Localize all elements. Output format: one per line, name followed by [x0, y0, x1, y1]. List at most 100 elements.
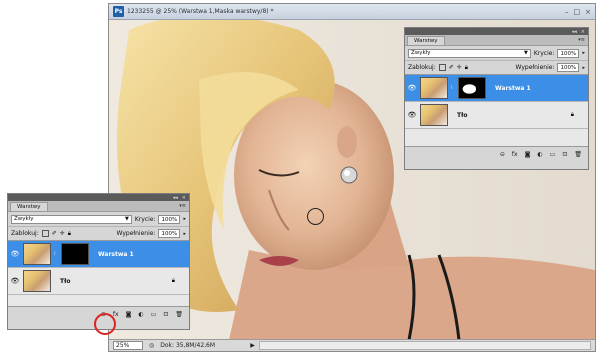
panel-bottom-toolbar: ⊝ fx ◙ ◐ ▭ ⊡ 🗑︎ [405, 147, 588, 161]
chevron-down-icon: ▼ [124, 216, 129, 222]
visibility-eye-icon[interactable]: 👁︎ [407, 84, 417, 92]
document-titlebar[interactable]: Ps 1233255 @ 25% (Warstwa 1,Maska warstw… [109, 4, 595, 20]
lock-row: Zablokuj: ✐ ✛ 🔒︎ Wypełnienie: 100% ▸ [8, 226, 189, 240]
layer-row-warstwa1[interactable]: 👁︎ ⁞ Warstwa 1 [405, 75, 588, 102]
layer-mask-thumbnail[interactable] [458, 77, 486, 99]
lock-all-icon[interactable]: 🔒︎ [465, 64, 468, 72]
lock-transparency-icon[interactable] [438, 64, 446, 71]
new-group-icon[interactable]: ▭ [151, 311, 157, 318]
opacity-field[interactable]: 100% [557, 48, 580, 58]
maximize-button[interactable]: □ [574, 8, 581, 16]
lock-move-icon[interactable]: ✛ [60, 230, 65, 237]
layer-name: Tło [457, 111, 468, 119]
window-controls: – □ × [565, 8, 591, 16]
trash-icon[interactable]: 🗑︎ [574, 151, 582, 158]
document-title: 1233255 @ 25% (Warstwa 1,Maska warstwy/8… [127, 8, 274, 15]
adjustment-layer-icon[interactable]: ◐ [537, 151, 542, 158]
layer-thumbnail [23, 270, 51, 292]
lock-all-icon[interactable]: 🔒︎ [68, 230, 71, 238]
opacity-label: Krycie: [533, 49, 555, 57]
status-bar: 25% ◎ Dok: 35,8M/42,6M ▶ [109, 339, 595, 351]
close-icon[interactable]: × [182, 195, 186, 201]
panel-tabbar: Warstwy ▾≡ [405, 35, 588, 46]
collapse-icon[interactable]: ◂◂ [572, 29, 577, 35]
highlight-ring-add-mask [94, 313, 116, 335]
blend-mode-value: Zwykły [14, 216, 34, 222]
mask-link-icon[interactable]: ⁞ [451, 85, 455, 91]
minimize-button[interactable]: – [565, 8, 569, 16]
lock-label: Zablokuj: [408, 64, 436, 71]
layer-row-tlo[interactable]: 👁︎ Tło 🔒︎ [8, 268, 189, 295]
layer-thumbnail [420, 77, 448, 99]
lock-row: Zablokuj: ✐ ✛ 🔒︎ Wypełnienie: 100% ▸ [405, 60, 588, 74]
layer-thumbnail [23, 243, 51, 265]
layers-panel-bottom: ◂◂ × Warstwy ▾≡ Zwykły ▼ Krycie: 100% ▸ … [7, 193, 190, 330]
blend-mode-select[interactable]: Zwykły ▼ [11, 214, 132, 224]
lock-label: Zablokuj: [11, 230, 39, 237]
opacity-arrow-icon[interactable]: ▸ [183, 216, 186, 222]
status-menu-arrow[interactable]: ▶ [250, 342, 255, 349]
close-button[interactable]: × [585, 8, 591, 16]
new-layer-icon[interactable]: ⊡ [163, 311, 168, 318]
layers-list: 👁︎ ⁞ Warstwa 1 👁︎ Tło 🔒︎ [405, 74, 588, 147]
layer-lock-icon: 🔒︎ [570, 111, 574, 118]
layer-name: Tło [60, 277, 71, 285]
layers-empty-area [405, 129, 588, 146]
add-mask-icon[interactable]: ◙ [126, 311, 132, 318]
tab-layers[interactable]: Warstwy [407, 36, 445, 45]
lock-brush-icon[interactable]: ✐ [449, 64, 454, 71]
layer-row-tlo[interactable]: 👁︎ Tło 🔒︎ [405, 102, 588, 129]
layers-panel-top: ◂◂ × Warstwy ▾≡ Zwykły ▼ Krycie: 100% ▸ … [404, 27, 589, 170]
brush-cursor [307, 208, 324, 225]
add-mask-icon[interactable]: ◙ [525, 151, 531, 158]
fill-field[interactable]: 100% [158, 229, 181, 238]
panel-tabbar: Warstwy ▾≡ [8, 201, 189, 212]
horizontal-scrollbar[interactable] [258, 341, 591, 350]
opacity-arrow-icon[interactable]: ▸ [582, 50, 585, 56]
panel-header: ◂◂ × [405, 28, 588, 35]
new-layer-icon[interactable]: ⊡ [562, 151, 567, 158]
panel-header: ◂◂ × [8, 194, 189, 201]
chevron-down-icon: ▼ [523, 50, 528, 56]
fill-label: Wypełnienie: [116, 230, 156, 237]
zoom-field[interactable]: 25% [113, 341, 143, 350]
fill-label: Wypełnienie: [515, 64, 555, 71]
fx-icon[interactable]: fx [512, 151, 518, 158]
fill-field[interactable]: 100% [557, 63, 580, 72]
link-layers-icon[interactable]: ⊝ [500, 151, 505, 158]
mask-link-icon[interactable]: ⁞ [54, 251, 58, 257]
lock-move-icon[interactable]: ✛ [457, 64, 462, 71]
layer-row-warstwa1[interactable]: 👁︎ ⁞ Warstwa 1 [8, 241, 189, 268]
lock-brush-icon[interactable]: ✐ [52, 230, 57, 237]
visibility-eye-icon[interactable]: 👁︎ [407, 111, 417, 119]
fill-arrow-icon[interactable]: ▸ [582, 65, 585, 71]
blend-row: Zwykły ▼ Krycie: 100% ▸ [405, 46, 588, 60]
visibility-eye-icon[interactable]: 👁︎ [10, 250, 20, 258]
panel-menu-icon[interactable]: ▾≡ [179, 203, 186, 209]
panel-menu-icon[interactable]: ▾≡ [578, 37, 585, 43]
lock-transparency-icon[interactable] [41, 230, 49, 237]
layers-list: 👁︎ ⁞ Warstwa 1 👁︎ Tło 🔒︎ [8, 240, 189, 307]
adjustment-layer-icon[interactable]: ◐ [138, 311, 143, 318]
trash-icon[interactable]: 🗑︎ [175, 311, 183, 318]
layer-lock-icon: 🔒︎ [171, 277, 175, 284]
stage: Ps 1233255 @ 25% (Warstwa 1,Maska warstw… [0, 0, 598, 353]
opacity-field[interactable]: 100% [158, 214, 181, 224]
opacity-label: Krycie: [134, 215, 156, 223]
document-info: Dok: 35,8M/42,6M [160, 342, 216, 349]
collapse-icon[interactable]: ◂◂ [173, 195, 178, 201]
layers-empty-area [8, 295, 189, 306]
blend-mode-select[interactable]: Zwykły ▼ [408, 48, 531, 58]
visibility-eye-icon[interactable]: 👁︎ [10, 277, 20, 285]
layer-name: Warstwa 1 [98, 250, 134, 258]
tab-layers[interactable]: Warstwy [10, 202, 48, 211]
new-group-icon[interactable]: ▭ [550, 151, 556, 158]
blend-mode-value: Zwykły [411, 50, 431, 56]
close-icon[interactable]: × [581, 29, 585, 35]
layer-mask-thumbnail[interactable] [61, 243, 89, 265]
layer-name: Warstwa 1 [495, 84, 531, 92]
fill-arrow-icon[interactable]: ▸ [183, 231, 186, 237]
status-info-icon[interactable]: ◎ [149, 342, 154, 349]
blend-row: Zwykły ▼ Krycie: 100% ▸ [8, 212, 189, 226]
photoshop-logo: Ps [113, 6, 124, 17]
